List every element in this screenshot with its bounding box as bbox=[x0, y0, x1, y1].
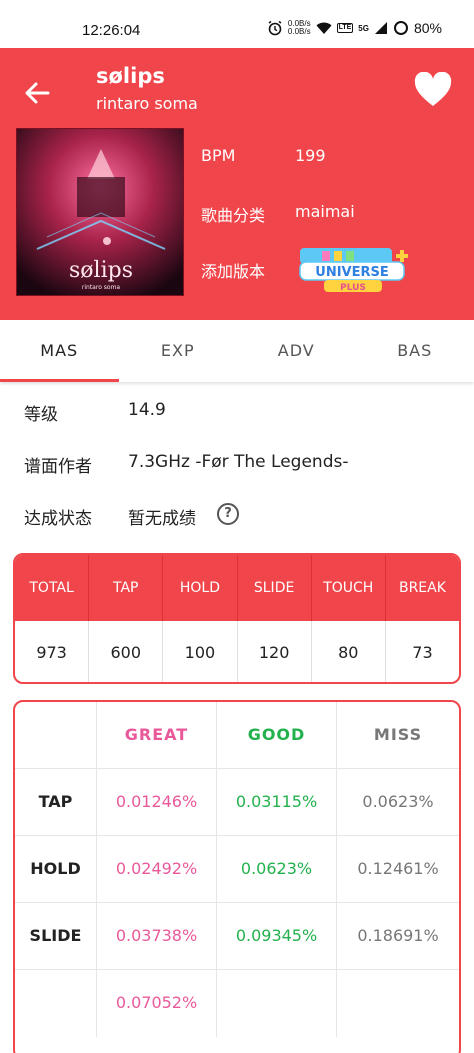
header-touch: TOUCH bbox=[312, 555, 386, 621]
note-count-header: TOTAL TAP HOLD SLIDE TOUCH BREAK bbox=[15, 555, 459, 621]
tab-bas[interactable]: BAS bbox=[356, 320, 474, 382]
table-row: TAP 0.01246% 0.03115% 0.0623% bbox=[15, 769, 459, 836]
value-break: 73 bbox=[412, 643, 433, 662]
touch-great: 0.07052% bbox=[97, 970, 217, 1037]
album-cover: sølips rintaro soma bbox=[16, 128, 184, 296]
judge-header-row: GREAT GOOD MISS bbox=[15, 702, 459, 769]
battery-icon bbox=[393, 21, 408, 35]
header-miss: MISS bbox=[373, 725, 423, 744]
back-arrow-icon[interactable] bbox=[22, 78, 52, 108]
table-row: SLIDE 0.03738% 0.09345% 0.18691% bbox=[15, 903, 459, 970]
difficulty-tabs: MAS EXP ADV BAS bbox=[0, 320, 474, 382]
tap-good: 0.03115% bbox=[217, 769, 337, 835]
genre-value: maimai bbox=[295, 202, 355, 221]
table-row: 0.07052% bbox=[15, 970, 459, 1037]
tab-exp[interactable]: EXP bbox=[119, 320, 238, 382]
tap-great: 0.01246% bbox=[97, 769, 217, 835]
hold-miss: 0.12461% bbox=[357, 859, 439, 878]
song-artist: rintaro soma bbox=[96, 94, 198, 113]
slide-good: 0.09345% bbox=[217, 903, 337, 969]
favorite-heart-icon[interactable] bbox=[414, 72, 452, 108]
judgement-loss-table: GREAT GOOD MISS TAP 0.01246% 0.03115% 0.… bbox=[13, 700, 461, 1053]
table-row: HOLD 0.02492% 0.0623% 0.12461% bbox=[15, 836, 459, 903]
net-down: 0.0B/s bbox=[287, 27, 311, 36]
bpm-label: BPM bbox=[201, 146, 236, 165]
achievement-label: 达成状态 bbox=[24, 509, 92, 529]
achievement-value: 暂无成绩 bbox=[128, 509, 196, 529]
header-good: GOOD bbox=[217, 702, 337, 768]
status-icons: 0.0B/s 0.0B/s LTE 5G 80% bbox=[267, 20, 442, 36]
slide-great: 0.03738% bbox=[97, 903, 217, 969]
value-tap: 600 bbox=[89, 621, 164, 682]
header-total: TOTAL bbox=[15, 555, 90, 621]
value-hold: 100 bbox=[163, 621, 238, 682]
battery-percent: 80% bbox=[413, 20, 442, 36]
cover-artist-text: rintaro soma bbox=[82, 284, 121, 291]
header-hold: HOLD bbox=[163, 555, 238, 621]
net-speed: 0.0B/s 0.0B/s bbox=[288, 20, 311, 36]
song-title: sølips bbox=[96, 64, 165, 88]
version-logo: UNIVERSE PLUS bbox=[299, 248, 408, 293]
header-tap: TAP bbox=[89, 555, 164, 621]
note-count-values: 973 600 100 120 80 73 bbox=[15, 621, 459, 682]
bpm-value: 199 bbox=[295, 146, 326, 165]
touch-good bbox=[217, 970, 337, 1037]
judge-corner-cell bbox=[15, 702, 97, 768]
version-logo-sub: PLUS bbox=[340, 283, 366, 293]
touch-miss bbox=[337, 970, 459, 1037]
song-header: sølips rintaro soma sølips rintaro soma … bbox=[0, 48, 474, 320]
volte-tag: LTE bbox=[336, 23, 354, 33]
level-label: 等级 bbox=[24, 405, 58, 425]
charter-value: 7.3GHz -Før The Legends- bbox=[128, 452, 349, 472]
value-slide: 120 bbox=[238, 621, 312, 682]
tab-adv[interactable]: ADV bbox=[237, 320, 356, 382]
wifi-icon bbox=[316, 22, 332, 34]
tab-mas[interactable]: MAS bbox=[0, 320, 119, 382]
version-logo-text: UNIVERSE bbox=[315, 265, 388, 280]
cover-title-text: sølips bbox=[69, 258, 133, 283]
level-value: 14.9 bbox=[128, 400, 166, 420]
header-slide: SLIDE bbox=[238, 555, 312, 621]
note-count-table: TOTAL TAP HOLD SLIDE TOUCH BREAK 973 600… bbox=[13, 553, 461, 684]
row-label-slide: SLIDE bbox=[15, 903, 97, 969]
row-label-tap: TAP bbox=[15, 769, 97, 835]
header-great: GREAT bbox=[97, 702, 217, 768]
status-bar: 12:26:04 0.0B/s 0.0B/s LTE 5G 80% bbox=[0, 0, 474, 48]
signal-icon bbox=[374, 22, 387, 34]
slide-miss: 0.18691% bbox=[357, 926, 439, 945]
value-touch: 80 bbox=[312, 621, 386, 682]
hold-good: 0.0623% bbox=[217, 836, 337, 902]
hold-great: 0.02492% bbox=[97, 836, 217, 902]
value-total: 973 bbox=[15, 621, 90, 682]
row-label-hold: HOLD bbox=[15, 836, 97, 902]
album-cover-art: sølips rintaro soma bbox=[17, 129, 183, 295]
help-icon[interactable]: ? bbox=[217, 503, 239, 525]
signal-tag: 5G bbox=[358, 23, 369, 33]
genre-label: 歌曲分类 bbox=[201, 206, 266, 225]
tap-miss: 0.0623% bbox=[362, 792, 434, 811]
row-label-touch bbox=[15, 970, 97, 1037]
status-time: 12:26:04 bbox=[82, 22, 141, 39]
alarm-icon bbox=[268, 20, 282, 36]
header-break: BREAK bbox=[398, 580, 446, 596]
charter-label: 谱面作者 bbox=[24, 457, 92, 477]
version-label: 添加版本 bbox=[201, 262, 266, 281]
